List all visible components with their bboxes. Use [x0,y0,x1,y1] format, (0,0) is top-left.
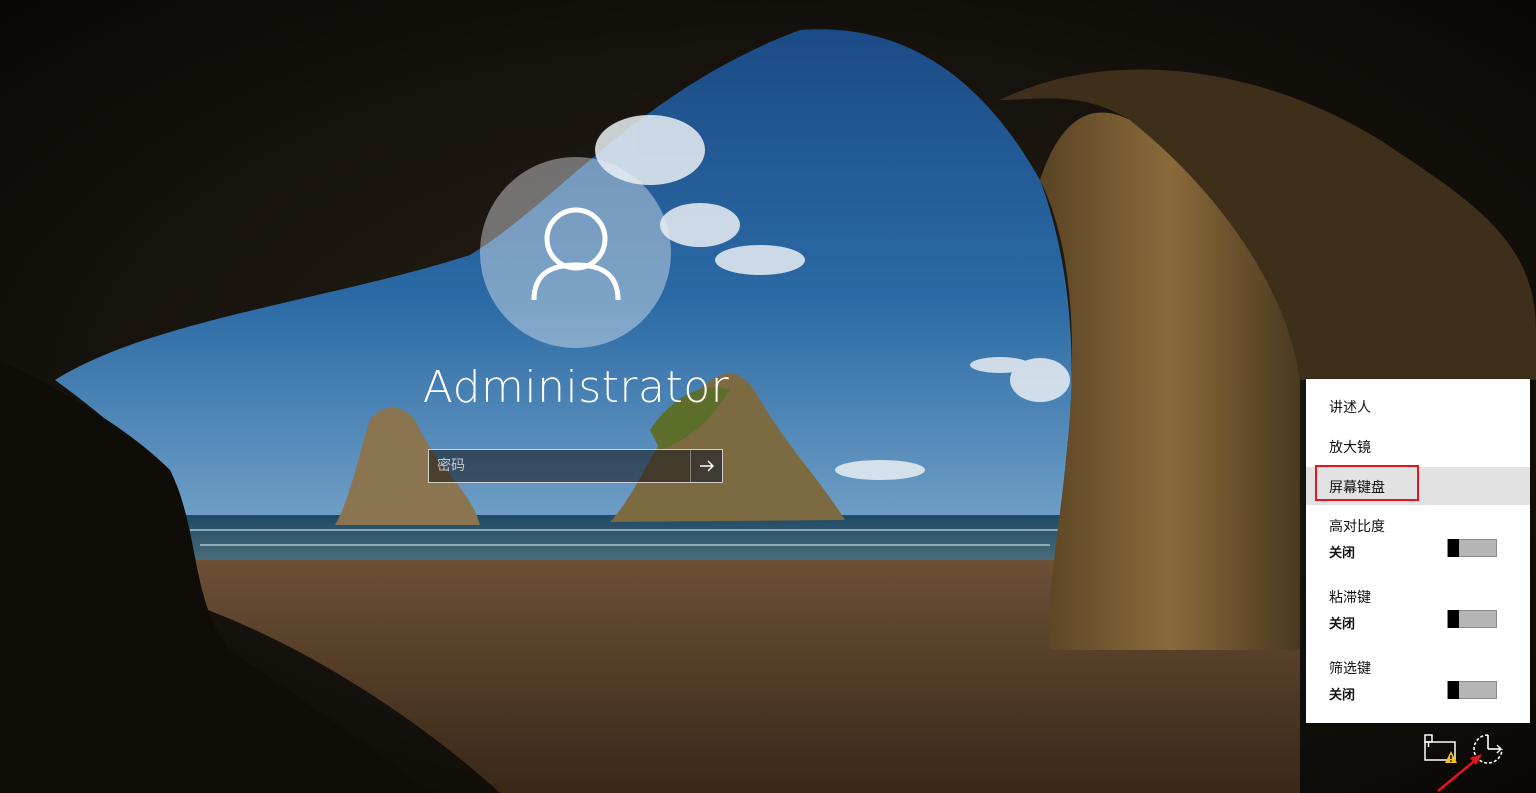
menu-item-label: 放大镜 [1329,440,1371,456]
switch-thumb [1448,610,1459,628]
menu-item-narrator[interactable]: 讲述人 [1306,387,1530,425]
toggle-state: 关闭 [1329,617,1356,632]
toggle-filter-keys: 筛选键 关闭 [1306,658,1530,716]
toggle-label: 粘滞键 [1329,590,1371,606]
username: Administrator [422,362,730,413]
toggle-label: 高对比度 [1329,519,1385,535]
switch-thumb [1448,681,1459,699]
menu-item-label: 讲述人 [1329,400,1371,416]
user-icon [531,207,620,300]
network-warning-icon [1424,734,1457,763]
ease-of-access-menu: 讲述人 放大镜 屏幕键盘 高对比度 关闭 粘滞键 关闭 筛选键 关闭 [1306,379,1530,723]
ease-of-access-button[interactable] [1470,731,1506,767]
password-input[interactable] [429,450,690,482]
password-box [428,449,723,483]
annotation-highlight-box [1315,465,1419,501]
toggle-high-contrast: 高对比度 关闭 [1306,516,1530,574]
toggle-label: 筛选键 [1329,661,1371,677]
filter-keys-switch[interactable] [1447,681,1497,699]
submit-button[interactable] [690,450,722,482]
switch-thumb [1448,539,1459,557]
sticky-keys-switch[interactable] [1447,610,1497,628]
menu-item-magnifier[interactable]: 放大镜 [1306,427,1530,465]
toggle-state: 关闭 [1329,546,1356,561]
network-button[interactable] [1423,733,1459,765]
ease-of-access-icon [1473,734,1503,764]
toggle-sticky-keys: 粘滞键 关闭 [1306,587,1530,645]
high-contrast-switch[interactable] [1447,539,1497,557]
toggle-state: 关闭 [1329,688,1356,703]
user-avatar [480,157,671,348]
arrow-right-icon [699,460,714,472]
